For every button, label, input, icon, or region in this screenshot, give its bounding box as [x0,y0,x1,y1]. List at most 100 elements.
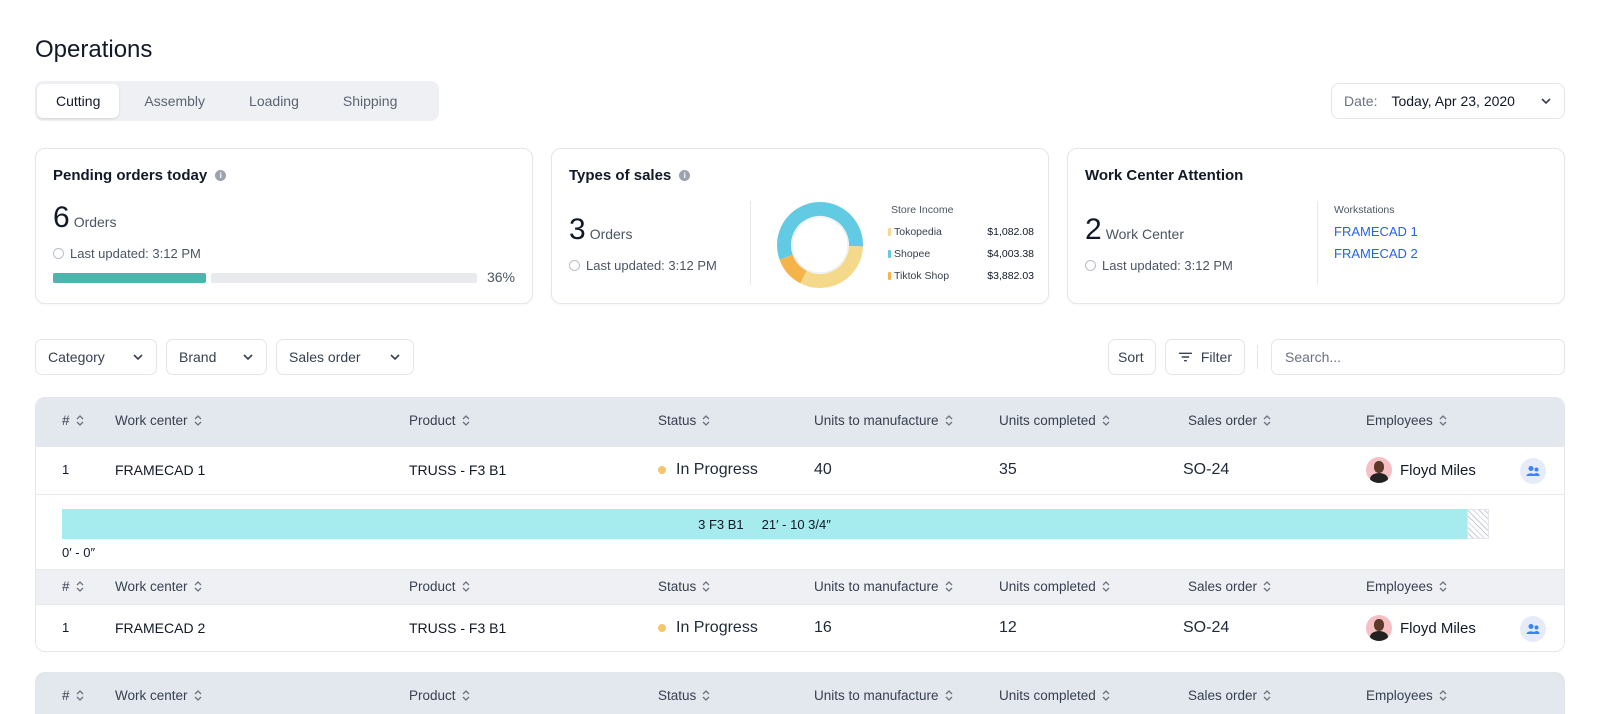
pending-orders-title-text: Pending orders today [53,167,208,184]
tab-shipping[interactable]: Shipping [324,84,417,118]
assign-employee-icon[interactable] [1520,458,1546,484]
column-label: Units to manufacture [814,413,939,428]
column-header-sales-order[interactable]: Sales order [1188,688,1271,703]
column-header-work-center[interactable]: Work center [115,579,202,594]
sort-icon [702,690,710,701]
column-header-sales-order[interactable]: Sales order [1188,413,1271,428]
status-dot [658,466,666,474]
tab-assembly[interactable]: Assembly [125,84,224,118]
pending-orders-card: Pending orders today i 6 Orders Last upd… [35,148,533,304]
last-updated: Last updated: 3:12 PM [1085,258,1233,273]
work-center-count: 2 [1085,213,1102,246]
employee-name: Floyd Miles [1400,461,1476,479]
sales-order-filter[interactable]: Sales order [276,339,414,375]
progress-bar [53,273,477,283]
work-center-unit: Work Center [1105,226,1185,242]
donut-inner-ring [791,216,849,274]
column-header-employees[interactable]: Employees [1366,688,1447,703]
column-header-units-to-manufacture[interactable]: Units to manufacture [814,579,953,594]
clock-icon [53,248,64,259]
sort-icon [194,690,201,701]
column-header-sales-order[interactable]: Sales order [1188,579,1271,594]
search-input[interactable] [1271,339,1565,375]
sort-icon [1102,690,1110,701]
sort-icon [462,415,469,426]
column-header-status[interactable]: Status [658,579,710,594]
work-center-metric: 2 Work Center [1085,213,1184,247]
last-updated: Last updated: 3:12 PM [53,246,201,261]
column-label: Units completed [999,413,1096,428]
column-label: Units to manufacture [814,688,939,703]
row-units-completed: 12 [999,619,1017,636]
column-label: # [62,688,70,703]
sort-icon [1263,581,1271,592]
scrap-segment [1467,509,1489,539]
tab-loading[interactable]: Loading [230,84,318,118]
table-header: # Work center Product Status Units to ma… [36,398,1564,446]
column-header-number[interactable]: # [62,413,84,428]
column-header-product[interactable]: Product [409,413,470,428]
sort-label: Sort [1118,349,1144,365]
row-employee: Floyd Miles [1366,457,1476,483]
column-label: Work center [115,579,188,594]
assign-employee-icon[interactable] [1520,616,1546,642]
info-icon[interactable]: i [679,170,691,181]
sort-icon [76,581,83,592]
work-center-attention-card: Work Center Attention 2 Work Center Last… [1067,148,1565,304]
sort-icon [194,581,201,592]
legend-swatch [888,250,891,258]
brand-filter[interactable]: Brand [166,339,267,375]
column-header-units-completed[interactable]: Units completed [999,413,1110,428]
column-header-employees[interactable]: Employees [1366,413,1447,428]
column-label: Units to manufacture [814,579,939,594]
column-header-product[interactable]: Product [409,688,470,703]
column-header-work-center[interactable]: Work center [115,688,202,703]
sort-button[interactable]: Sort [1108,339,1156,375]
legend-name: Tiktok Shop [894,270,950,282]
column-header-work-center[interactable]: Work center [115,413,202,428]
filter-icon [1178,352,1192,362]
column-header-units-to-manufacture[interactable]: Units to manufacture [814,688,953,703]
legend-amount: $3,882.03 [987,270,1034,282]
cut-length-label: 21′ - 10 3/4″ [761,516,831,532]
sort-icon [1102,581,1110,592]
column-label: Sales order [1188,579,1258,594]
divider [1257,345,1258,369]
cut-piece-label: 3 F3 B1 [698,516,744,532]
column-header-status[interactable]: Status [658,413,710,428]
date-label: Date: [1344,93,1378,109]
cut-length-bar: 3 F3 B1 21′ - 10 3/4″ [62,509,1467,539]
column-header-product[interactable]: Product [409,579,470,594]
sort-icon [1439,690,1447,701]
info-icon[interactable]: i [215,170,227,181]
table-row[interactable]: 1 FRAMECAD 1 TRUSS - F3 B1 In Progress 4… [36,446,1564,494]
column-label: Status [658,579,697,594]
category-filter[interactable]: Category [35,339,157,375]
sort-icon [1102,415,1110,426]
legend-amount: $1,082.08 [987,226,1034,238]
tab-cutting[interactable]: Cutting [37,84,120,118]
workstation-link-framecad-1[interactable]: FRAMECAD 1 [1334,224,1418,239]
row-units-to-manufacture: 40 [814,461,832,478]
legend-item-shopee: Shopee $4,003.38 [888,248,1034,260]
row-number: 1 [62,462,70,477]
row-sales-order: SO-24 [1183,461,1230,478]
clock-icon [569,260,580,271]
column-header-employees[interactable]: Employees [1366,579,1447,594]
sort-icon [702,581,710,592]
filter-button[interactable]: Filter [1165,339,1245,375]
column-header-units-completed[interactable]: Units completed [999,579,1110,594]
column-header-number[interactable]: # [62,688,84,703]
sort-icon [1439,415,1447,426]
column-header-number[interactable]: # [62,579,84,594]
employee-name: Floyd Miles [1400,619,1476,637]
table-row[interactable]: 1 FRAMECAD 2 TRUSS - F3 B1 In Progress 1… [36,604,1564,651]
date-select[interactable]: Date: Today, Apr 23, 2020 [1331,83,1565,119]
column-header-units-to-manufacture[interactable]: Units to manufacture [814,413,953,428]
workstation-link-framecad-2[interactable]: FRAMECAD 2 [1334,246,1418,261]
column-header-status[interactable]: Status [658,688,710,703]
status-text: In Progress [676,619,758,636]
column-header-units-completed[interactable]: Units completed [999,688,1110,703]
page-title: Operations [35,36,153,63]
column-label: Units completed [999,579,1096,594]
